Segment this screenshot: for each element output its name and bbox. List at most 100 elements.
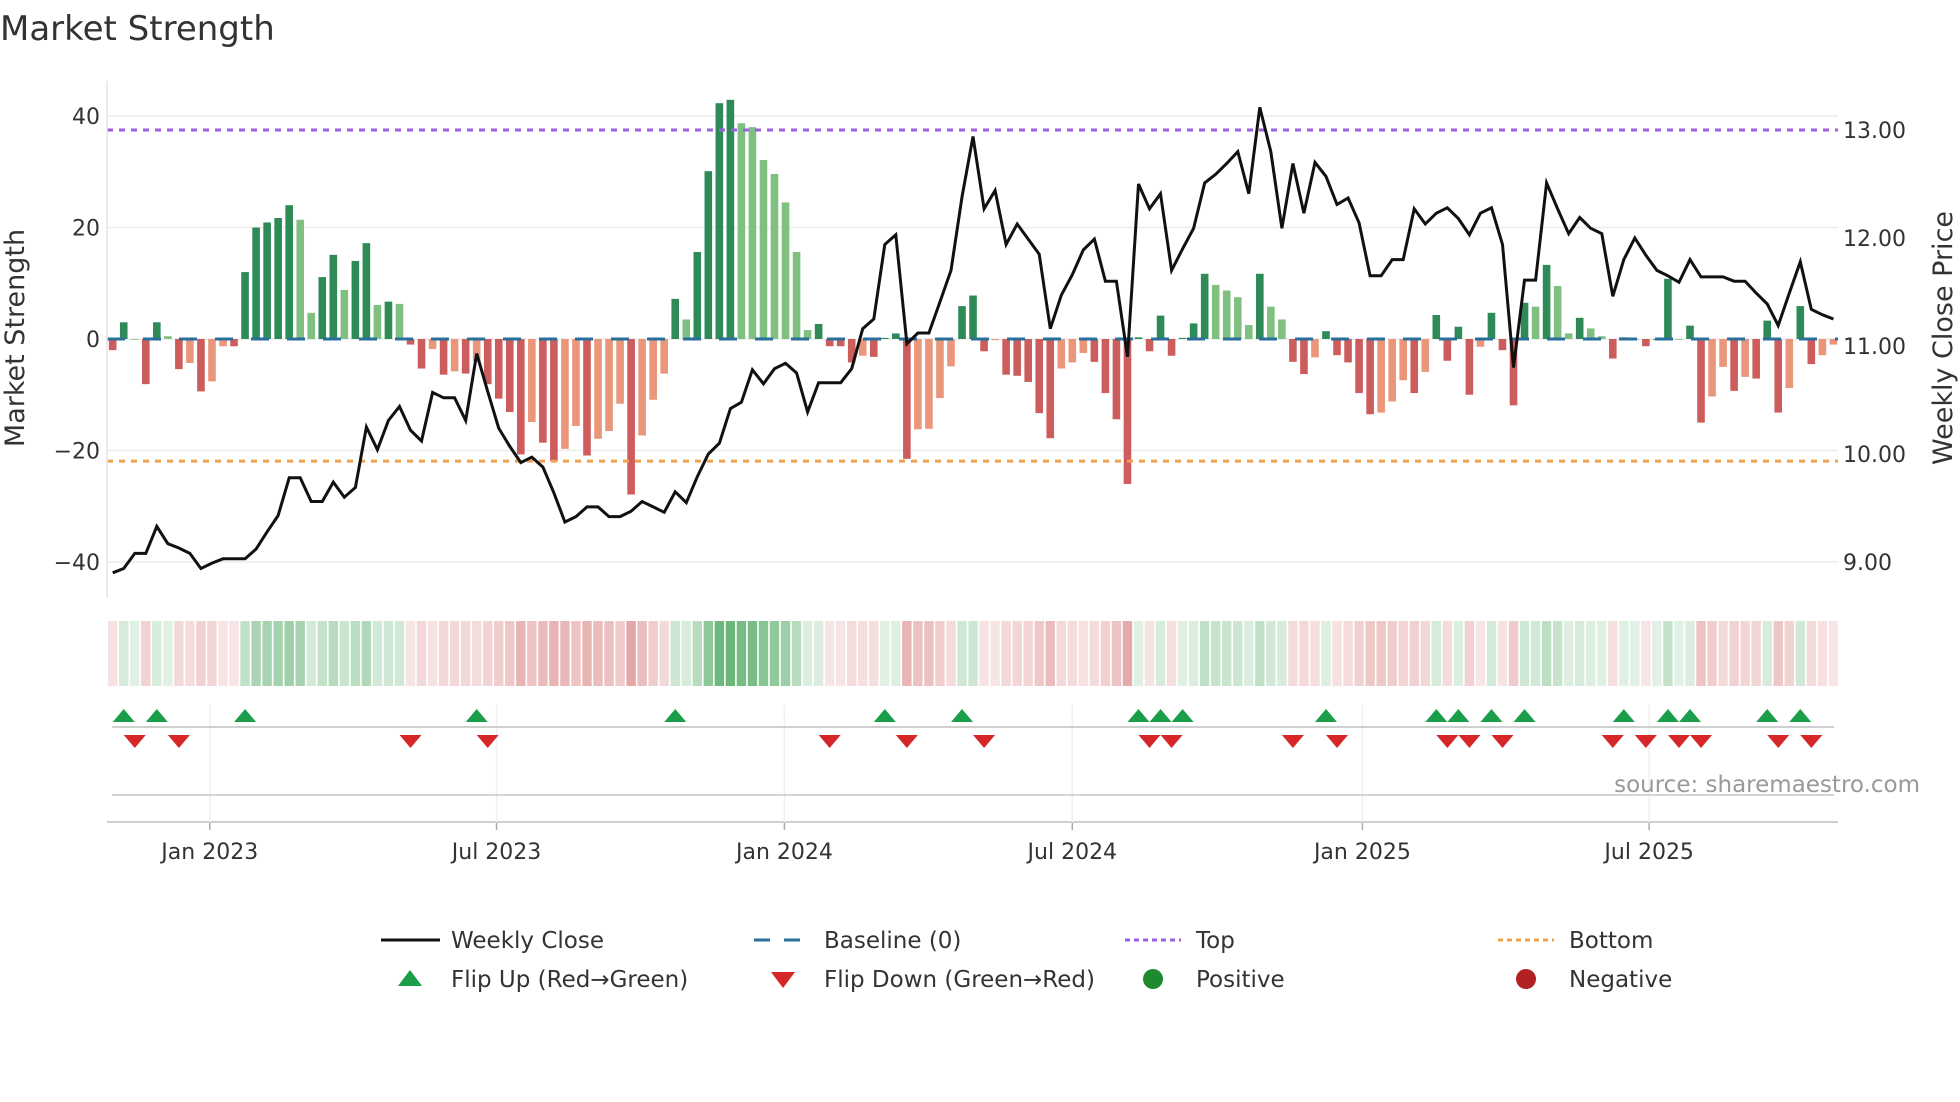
heatmap-cell <box>383 621 394 686</box>
heatmap-cell <box>1244 621 1254 686</box>
strength-bar <box>263 222 271 339</box>
legend-label: Weekly Close <box>451 928 604 954</box>
heatmap-cell <box>703 621 714 686</box>
strength-bar <box>528 339 536 423</box>
heatmap-cell <box>1630 621 1640 686</box>
heatmap-cell <box>1277 621 1287 686</box>
legend-label: Positive <box>1196 967 1285 993</box>
strength-bar <box>1752 339 1760 379</box>
y2-tick-label: 12.00 <box>1843 227 1906 252</box>
flip-up-marker <box>1315 709 1337 722</box>
y2-tick-label: 11.00 <box>1843 335 1906 360</box>
chart-title: Market Strength <box>0 9 275 49</box>
heatmap-cell <box>902 621 912 686</box>
flip-markers <box>112 705 1834 822</box>
strength-bar <box>726 99 735 340</box>
heatmap-cell <box>1211 621 1221 686</box>
strength-bar <box>1708 339 1716 397</box>
flip-up-marker <box>234 709 257 722</box>
flip-down-marker <box>895 735 918 748</box>
strength-bar <box>649 339 657 400</box>
strength-bar <box>1388 339 1396 402</box>
heatmap-cell <box>670 621 680 686</box>
heatmap-cell <box>1255 621 1265 686</box>
strength-bar <box>351 260 360 339</box>
heatmap-cell <box>604 621 614 686</box>
y-tick-label: 0 <box>86 328 100 353</box>
strength-bar <box>1796 306 1805 339</box>
y-tick-label: −40 <box>54 551 100 576</box>
strength-bar <box>1002 339 1010 375</box>
strength-bar <box>307 312 316 339</box>
x-tick-label: Jul 2024 <box>1026 840 1118 865</box>
strength-bar <box>1035 339 1044 414</box>
strength-bar <box>1719 339 1727 367</box>
heatmap-cell <box>152 621 162 686</box>
heatmap-cell <box>295 621 305 686</box>
strength-bar <box>869 339 878 357</box>
heatmap-cell <box>240 621 250 686</box>
strength-bar <box>781 202 790 339</box>
heatmap-cell <box>1420 621 1430 686</box>
y2-tick-label: 10.00 <box>1843 443 1906 468</box>
heatmap-cell <box>1641 621 1651 686</box>
strength-bar <box>1465 339 1474 395</box>
strength-bar <box>164 336 172 339</box>
y2-tick-label: 13.00 <box>1843 119 1906 144</box>
heatmap-cell <box>1586 621 1596 686</box>
strength-bar <box>1167 339 1176 356</box>
heatmap-cell <box>571 621 581 686</box>
y-tick-label: 40 <box>72 105 100 130</box>
strength-bar <box>1763 320 1771 339</box>
flip-down-marker <box>1767 735 1790 748</box>
strength-bar <box>1697 339 1705 423</box>
strength-bar <box>770 173 779 339</box>
heatmap-cell <box>141 621 151 686</box>
heatmap-cell <box>1442 621 1453 686</box>
heatmap-cell <box>350 621 361 686</box>
x-tick-label: Jan 2023 <box>159 840 258 865</box>
flip-down-marker <box>1800 735 1823 748</box>
heatmap-cell <box>1332 621 1342 686</box>
legend: Weekly Close Baseline (0) Top Bottom Flip Up… <box>381 928 1672 993</box>
strength-bar <box>792 252 801 339</box>
x-tick-label: Jul 2025 <box>1602 840 1694 865</box>
heatmap-cell <box>769 621 780 686</box>
strength-bar <box>1289 339 1297 362</box>
heatmap-cell <box>1817 621 1828 686</box>
heatmap-cell <box>538 621 548 686</box>
flip-up-marker <box>465 709 488 722</box>
strength-bar <box>1664 278 1672 339</box>
heatmap-cell <box>1574 621 1585 686</box>
heatmap-cell <box>1784 621 1794 686</box>
strength-bar <box>1311 339 1319 358</box>
strength-bar <box>914 339 922 430</box>
heatmap-cell <box>1685 621 1695 686</box>
heatmap-cell <box>1166 621 1177 686</box>
strength-bar <box>417 339 426 369</box>
strength-bar <box>1807 339 1816 365</box>
flip-down-marker <box>1138 735 1161 748</box>
heatmap-cell <box>1519 621 1530 686</box>
legend-label: Bottom <box>1569 928 1653 954</box>
flip-down-marker <box>167 735 190 748</box>
heatmap-cell <box>1133 621 1144 686</box>
heatmap-cell <box>262 621 272 686</box>
strength-bar <box>1608 339 1617 359</box>
flip-up-marker <box>951 709 974 722</box>
strength-bar <box>1211 284 1220 339</box>
strength-bar <box>119 322 128 339</box>
heatmap-cell <box>1188 621 1199 686</box>
strength-bar <box>1498 339 1507 351</box>
strength-bar <box>153 322 161 339</box>
flip-down-marker <box>973 735 996 748</box>
heatmap-cell <box>483 621 493 686</box>
heatmap-cell <box>1508 621 1519 686</box>
heatmap-cell <box>1045 621 1055 686</box>
heatmap-cell <box>1464 621 1475 686</box>
strength-bar <box>1564 333 1573 339</box>
strength-bar <box>494 339 503 399</box>
axes: 40 20 0 −20 −40 13.00 12.00 11.00 10.00 9.00 Jan 2… <box>54 81 1906 865</box>
strength-bar <box>1785 339 1794 389</box>
strength-bar <box>241 272 249 339</box>
